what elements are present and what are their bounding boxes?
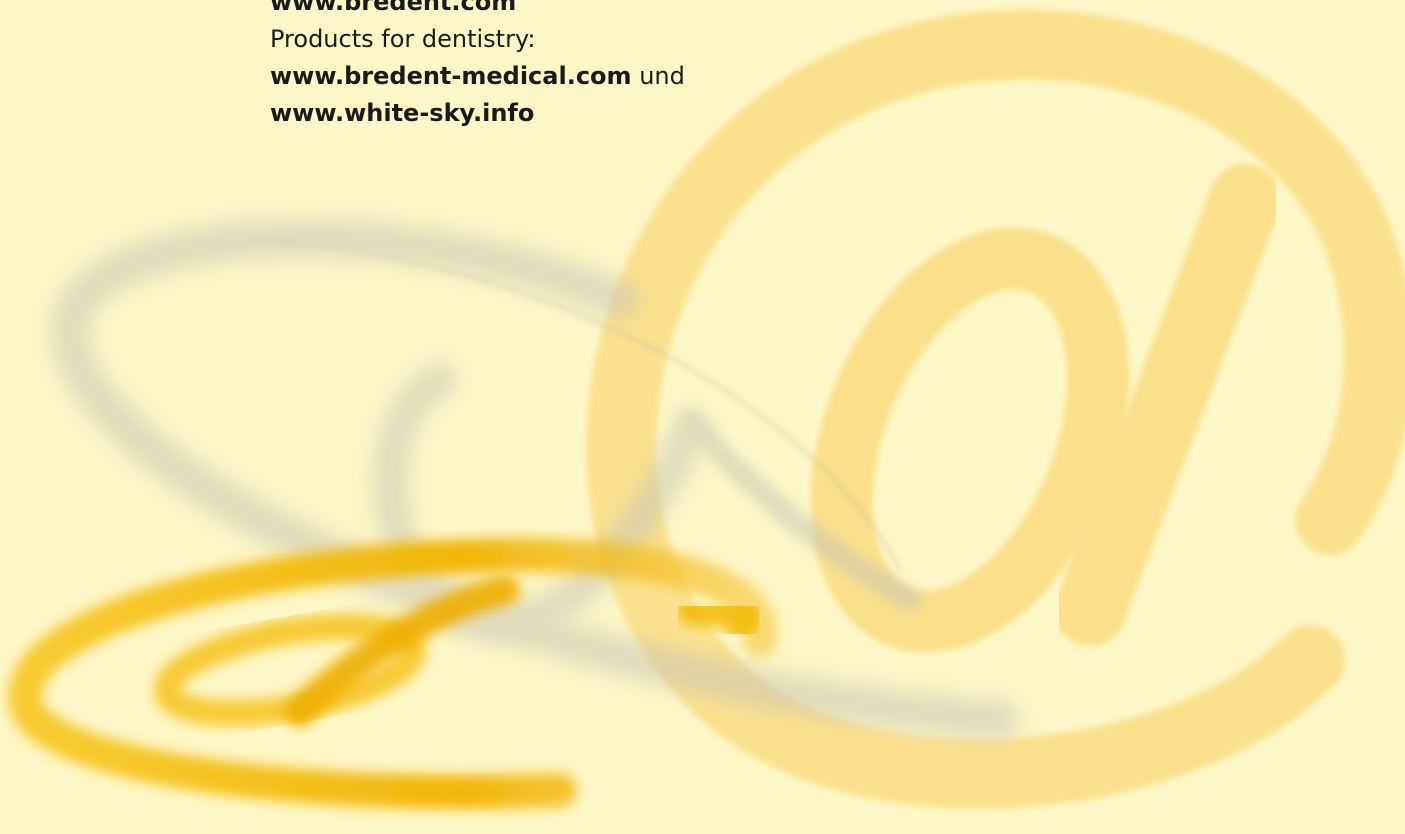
white-sky-link[interactable]: www.white-sky.info — [270, 99, 534, 127]
contact-links: www.bredent.com Products for dentistry: … — [270, 0, 685, 132]
dentistry-label: Products for dentistry: — [270, 25, 536, 53]
page: { "links": { "bredent": "www.bredent.com… — [0, 0, 1405, 834]
conjunction-text: und — [639, 62, 685, 90]
at-sign-artwork — [8, 9, 1405, 809]
bredent-medical-link[interactable]: www.bredent-medical.com — [270, 62, 632, 90]
bredent-link[interactable]: www.bredent.com — [270, 0, 516, 16]
white-sky-line: www.white-sky.info — [270, 95, 685, 132]
bredent-link-line: www.bredent.com — [270, 0, 685, 21]
bredent-medical-line: www.bredent-medical.com und — [270, 58, 685, 95]
